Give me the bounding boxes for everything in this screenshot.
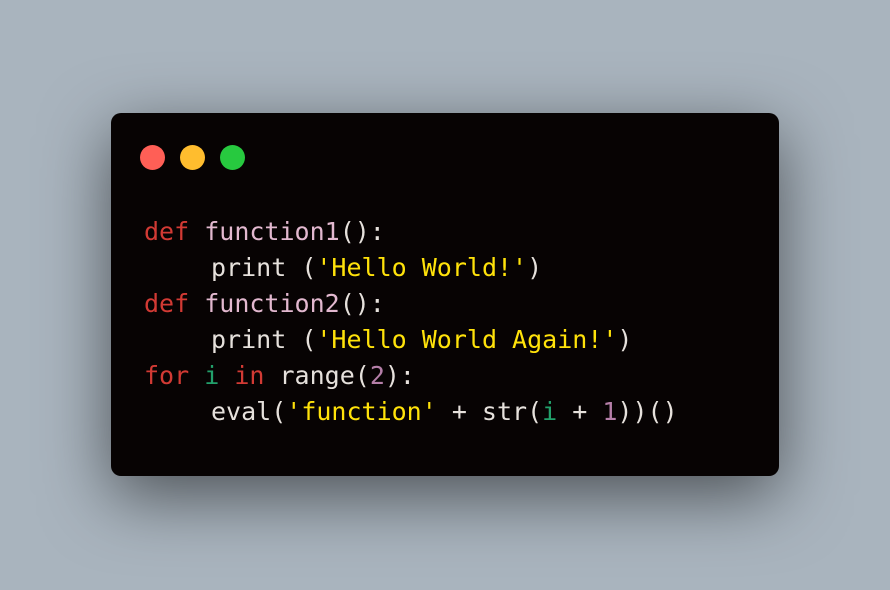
code-token-keyword: def	[144, 217, 190, 246]
code-token-keyword: def	[144, 289, 190, 318]
code-line: print ('Hello World!')	[144, 250, 678, 286]
code-token-default: range(	[264, 361, 370, 390]
code-token-number: 2	[369, 361, 385, 390]
zoom-button[interactable]	[220, 145, 245, 170]
code-token-function-name: function1	[204, 217, 340, 246]
code-token-function-name: function2	[204, 289, 340, 318]
code-token-default: ))()	[617, 397, 678, 426]
code-token-default	[219, 361, 234, 390]
code-token-default: ):	[384, 361, 415, 390]
code-token-string: 'function'	[286, 397, 437, 426]
window-controls	[140, 145, 245, 170]
code-token-default: )	[527, 253, 543, 282]
code-line: for i in range(2):	[144, 358, 678, 394]
code-token-default: ():	[339, 289, 385, 318]
code-token-variable: i	[204, 361, 220, 390]
code-block: def function1(): print ('Hello World!') de…	[144, 214, 678, 430]
code-token-string: 'Hello World Again!'	[316, 325, 618, 354]
code-token-default: eval(	[211, 397, 287, 426]
close-button[interactable]	[140, 145, 165, 170]
code-line: def function1():	[144, 214, 678, 250]
code-line: print ('Hello World Again!')	[144, 322, 678, 358]
code-token-default	[189, 361, 204, 390]
code-token-number: 1	[602, 397, 618, 426]
code-token-default: )	[617, 325, 633, 354]
code-line: eval('function' + str(i + 1))()	[144, 394, 678, 430]
code-token-default: + str(	[436, 397, 543, 426]
code-token-default: ():	[339, 217, 385, 246]
code-token-variable: i	[542, 397, 558, 426]
code-token-default	[189, 289, 204, 318]
code-token-default: +	[557, 397, 603, 426]
code-token-default: print	[211, 325, 287, 354]
code-token-string: 'Hello World!'	[316, 253, 528, 282]
code-line: def function2():	[144, 286, 678, 322]
minimize-button[interactable]	[180, 145, 205, 170]
code-token-keyword: in	[234, 361, 265, 390]
code-token-default: print	[211, 253, 287, 282]
code-window: def function1(): print ('Hello World!') de…	[111, 113, 779, 476]
code-token-default	[189, 217, 204, 246]
code-token-default: (	[286, 253, 317, 282]
code-token-keyword: for	[144, 361, 190, 390]
code-token-default: (	[286, 325, 317, 354]
